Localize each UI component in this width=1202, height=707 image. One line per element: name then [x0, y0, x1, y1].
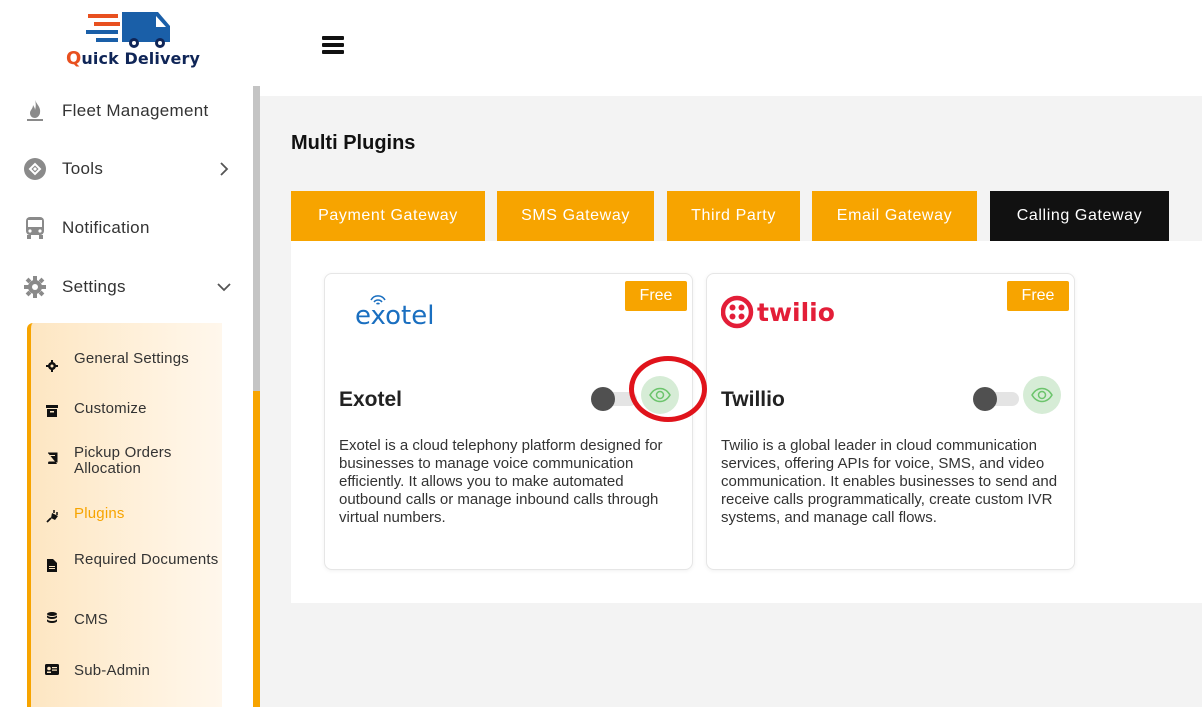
bus-icon: [23, 216, 47, 240]
tab-email-gateway[interactable]: Email Gateway: [812, 191, 977, 241]
submenu-item-label: CMS: [74, 611, 108, 628]
gear-icon: [45, 359, 59, 373]
plugin-name: Twillio: [721, 388, 785, 411]
sidebar-item-label: Fleet Management: [62, 101, 209, 120]
submenu-item-cms[interactable]: CMS: [45, 611, 225, 628]
twilio-enable-toggle[interactable]: [973, 387, 1019, 411]
page-title: Multi Plugins: [291, 132, 416, 154]
submenu-item-label: Sub-Admin: [74, 662, 151, 679]
sidebar-item-label: Notification: [62, 218, 150, 237]
submenu-item-pickup-orders-allocation[interactable]: Pickup Orders Allocation: [45, 445, 225, 477]
eye-icon: [649, 387, 671, 403]
plugin-card-twilio: Free twilio Twillio Twilio is a global l…: [706, 273, 1075, 570]
plugin-name: Exotel: [339, 388, 403, 411]
exotel-enable-toggle[interactable]: [591, 387, 637, 411]
menu-toggle-button[interactable]: [322, 36, 344, 54]
plugin-panel: Free exotel Exotel Exotel is a cloud tel…: [291, 241, 1202, 603]
exotel-view-button[interactable]: [641, 376, 679, 414]
submenu-item-label: Customize: [74, 400, 147, 417]
toggle-knob: [973, 387, 997, 411]
header: [260, 0, 1202, 96]
main-content: Multi Plugins Payment Gateway SMS Gatewa…: [260, 96, 1202, 707]
sidebar-item-settings[interactable]: Settings: [0, 267, 250, 307]
sidebar-item-fleet-management[interactable]: Fleet Management: [0, 91, 250, 131]
plugin-card-exotel: Free exotel Exotel Exotel is a cloud tel…: [324, 273, 693, 570]
submenu-item-label: Required Documents: [74, 551, 219, 568]
sidebar-item-notification[interactable]: Notification: [0, 208, 250, 248]
submenu-item-customize[interactable]: Customize: [45, 401, 225, 418]
sidebar: Quick Delivery Fleet Management Tools No…: [0, 0, 260, 707]
plugin-description: Exotel is a cloud telephony platform des…: [339, 437, 663, 526]
toggle-knob: [591, 387, 615, 411]
hamburger-icon-line: [322, 50, 344, 54]
gear-icon: [23, 275, 47, 299]
settings-submenu: General Settings Customize Pickup Orders…: [27, 323, 222, 707]
submenu-item-label: Plugins: [74, 505, 125, 522]
brand-logo[interactable]: Quick Delivery: [62, 10, 202, 74]
hamburger-icon-line: [322, 43, 344, 47]
sidebar-scrollbar-thumb[interactable]: [253, 86, 260, 391]
sidebar-item-label: Tools: [62, 159, 104, 178]
tab-third-party[interactable]: Third Party: [667, 191, 800, 241]
chevron-right-icon: [214, 159, 234, 179]
exotel-logo-text: exotel: [355, 301, 434, 331]
tools-icon: [23, 157, 47, 181]
submenu-item-label: General Settings: [74, 350, 189, 367]
free-badge: Free: [625, 281, 687, 311]
archive-icon: [45, 404, 59, 418]
tab-calling-gateway[interactable]: Calling Gateway: [990, 191, 1169, 241]
tab-sms-gateway[interactable]: SMS Gateway: [497, 191, 654, 241]
brand-name: Quick Delivery: [66, 48, 200, 69]
submenu-item-general-settings[interactable]: General Settings: [45, 351, 225, 373]
sidebar-item-tools[interactable]: Tools: [0, 149, 250, 189]
file-icon: [45, 558, 59, 572]
eye-icon: [1031, 387, 1053, 403]
exotel-logo: exotel: [355, 292, 437, 340]
database-icon: [45, 611, 59, 625]
twilio-logo-text: twilio: [757, 298, 835, 327]
twilio-view-button[interactable]: [1023, 376, 1061, 414]
delivery-truck-icon: [86, 12, 170, 48]
submenu-item-sub-admin[interactable]: Sub-Admin: [45, 663, 225, 679]
fire-icon: [23, 99, 47, 123]
sidebar-item-label: Settings: [62, 277, 126, 296]
plug-icon: [45, 509, 59, 523]
twilio-logo: twilio: [720, 294, 841, 342]
sidebar-active-accent: [253, 391, 260, 707]
hamburger-icon-line: [322, 36, 344, 40]
free-badge: Free: [1007, 281, 1069, 311]
chevron-down-icon: [214, 277, 234, 297]
submenu-item-plugins[interactable]: Plugins: [45, 506, 225, 523]
tab-payment-gateway[interactable]: Payment Gateway: [291, 191, 485, 241]
plugin-description: Twilio is a global leader in cloud commu…: [721, 437, 1058, 526]
submenu-item-label: Pickup Orders Allocation: [74, 444, 172, 477]
submenu-item-required-documents[interactable]: Required Documents: [45, 552, 225, 572]
id-card-icon: [45, 662, 59, 676]
book-icon: [45, 451, 59, 465]
